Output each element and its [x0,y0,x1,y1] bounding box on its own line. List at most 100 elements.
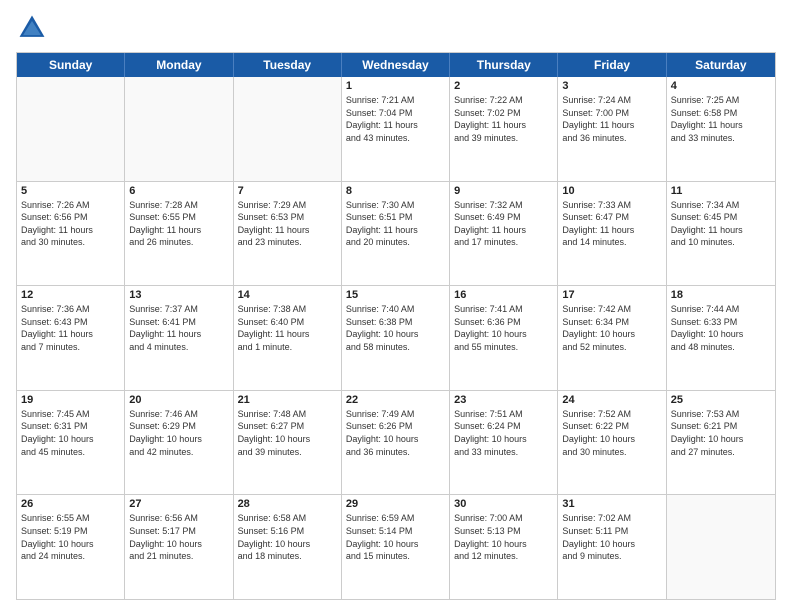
cell-line: Daylight: 10 hours [454,328,553,341]
cell-line: Daylight: 11 hours [238,328,337,341]
cell-line: Sunrise: 6:55 AM [21,512,120,525]
cell-line: Sunrise: 7:24 AM [562,94,661,107]
cell-line: Sunset: 6:26 PM [346,420,445,433]
cell-line: Sunrise: 7:36 AM [21,303,120,316]
cell-line: Daylight: 10 hours [346,538,445,551]
cell-line: Sunrise: 7:38 AM [238,303,337,316]
cell-line: Daylight: 11 hours [21,224,120,237]
header [16,12,776,44]
day-number: 23 [454,394,553,406]
cell-line: Sunset: 6:22 PM [562,420,661,433]
cell-line: Daylight: 10 hours [21,433,120,446]
cell-line: and 9 minutes. [562,550,661,563]
cal-cell [125,77,233,181]
day-number: 6 [129,185,228,197]
cal-cell: 2Sunrise: 7:22 AMSunset: 7:02 PMDaylight… [450,77,558,181]
cal-cell: 11Sunrise: 7:34 AMSunset: 6:45 PMDayligh… [667,182,775,286]
day-number: 16 [454,289,553,301]
cell-line: and 1 minute. [238,341,337,354]
cell-line: and 10 minutes. [671,236,771,249]
cell-line: and 20 minutes. [346,236,445,249]
cal-cell: 29Sunrise: 6:59 AMSunset: 5:14 PMDayligh… [342,495,450,599]
cell-line: and 30 minutes. [21,236,120,249]
cell-line: Sunset: 6:58 PM [671,107,771,120]
day-number: 3 [562,80,661,92]
cal-cell [234,77,342,181]
cal-cell: 23Sunrise: 7:51 AMSunset: 6:24 PMDayligh… [450,391,558,495]
cell-line: and 39 minutes. [454,132,553,145]
cell-line: Sunset: 6:31 PM [21,420,120,433]
cell-line: Sunrise: 7:26 AM [21,199,120,212]
cell-line: Sunrise: 7:42 AM [562,303,661,316]
day-number: 20 [129,394,228,406]
cell-line: Sunset: 6:27 PM [238,420,337,433]
day-number: 25 [671,394,771,406]
cell-line: Sunrise: 7:30 AM [346,199,445,212]
cell-line: Sunrise: 6:59 AM [346,512,445,525]
cell-line: and 17 minutes. [454,236,553,249]
cal-cell: 7Sunrise: 7:29 AMSunset: 6:53 PMDaylight… [234,182,342,286]
cal-cell: 25Sunrise: 7:53 AMSunset: 6:21 PMDayligh… [667,391,775,495]
cell-line: Sunrise: 7:46 AM [129,408,228,421]
cal-cell: 18Sunrise: 7:44 AMSunset: 6:33 PMDayligh… [667,286,775,390]
cell-line: Sunrise: 7:51 AM [454,408,553,421]
cell-line: Daylight: 10 hours [238,538,337,551]
cell-line: Sunrise: 6:56 AM [129,512,228,525]
cell-line: Daylight: 11 hours [129,328,228,341]
cell-line: Sunrise: 7:29 AM [238,199,337,212]
cell-line: Daylight: 11 hours [562,224,661,237]
cal-cell: 31Sunrise: 7:02 AMSunset: 5:11 PMDayligh… [558,495,666,599]
cal-cell: 8Sunrise: 7:30 AMSunset: 6:51 PMDaylight… [342,182,450,286]
cal-cell: 22Sunrise: 7:49 AMSunset: 6:26 PMDayligh… [342,391,450,495]
cell-line: Daylight: 10 hours [21,538,120,551]
cell-line: Sunrise: 7:40 AM [346,303,445,316]
cell-line: and 23 minutes. [238,236,337,249]
cal-cell: 3Sunrise: 7:24 AMSunset: 7:00 PMDaylight… [558,77,666,181]
cell-line: Sunset: 6:34 PM [562,316,661,329]
cell-line: and 21 minutes. [129,550,228,563]
cell-line: Daylight: 10 hours [454,433,553,446]
header-day-tuesday: Tuesday [234,53,342,77]
header-day-thursday: Thursday [450,53,558,77]
cell-line: and 42 minutes. [129,446,228,459]
cell-line: Daylight: 11 hours [454,119,553,132]
cell-line: and 52 minutes. [562,341,661,354]
day-number: 7 [238,185,337,197]
cal-cell: 27Sunrise: 6:56 AMSunset: 5:17 PMDayligh… [125,495,233,599]
cell-line: Sunset: 6:45 PM [671,211,771,224]
cell-line: Sunrise: 7:00 AM [454,512,553,525]
cell-line: and 7 minutes. [21,341,120,354]
cal-cell [667,495,775,599]
cell-line: and 39 minutes. [238,446,337,459]
cell-line: and 36 minutes. [562,132,661,145]
day-number: 19 [21,394,120,406]
cal-cell: 15Sunrise: 7:40 AMSunset: 6:38 PMDayligh… [342,286,450,390]
day-number: 12 [21,289,120,301]
day-number: 9 [454,185,553,197]
cell-line: Daylight: 11 hours [238,224,337,237]
cell-line: and 33 minutes. [454,446,553,459]
cell-line: Daylight: 11 hours [346,224,445,237]
header-day-saturday: Saturday [667,53,775,77]
day-number: 5 [21,185,120,197]
day-number: 30 [454,498,553,510]
cell-line: Daylight: 11 hours [21,328,120,341]
day-number: 27 [129,498,228,510]
header-day-wednesday: Wednesday [342,53,450,77]
logo-icon [16,12,48,44]
cell-line: and 30 minutes. [562,446,661,459]
cell-line: Sunrise: 7:41 AM [454,303,553,316]
cal-cell: 14Sunrise: 7:38 AMSunset: 6:40 PMDayligh… [234,286,342,390]
cal-cell: 12Sunrise: 7:36 AMSunset: 6:43 PMDayligh… [17,286,125,390]
cell-line: Daylight: 10 hours [346,328,445,341]
header-day-sunday: Sunday [17,53,125,77]
calendar-row-5: 26Sunrise: 6:55 AMSunset: 5:19 PMDayligh… [17,494,775,599]
cell-line: Sunrise: 7:28 AM [129,199,228,212]
cal-cell: 26Sunrise: 6:55 AMSunset: 5:19 PMDayligh… [17,495,125,599]
header-day-friday: Friday [558,53,666,77]
cell-line: Sunset: 6:49 PM [454,211,553,224]
cell-line: Daylight: 11 hours [671,119,771,132]
cell-line: Sunset: 7:00 PM [562,107,661,120]
day-number: 2 [454,80,553,92]
cal-cell: 1Sunrise: 7:21 AMSunset: 7:04 PMDaylight… [342,77,450,181]
